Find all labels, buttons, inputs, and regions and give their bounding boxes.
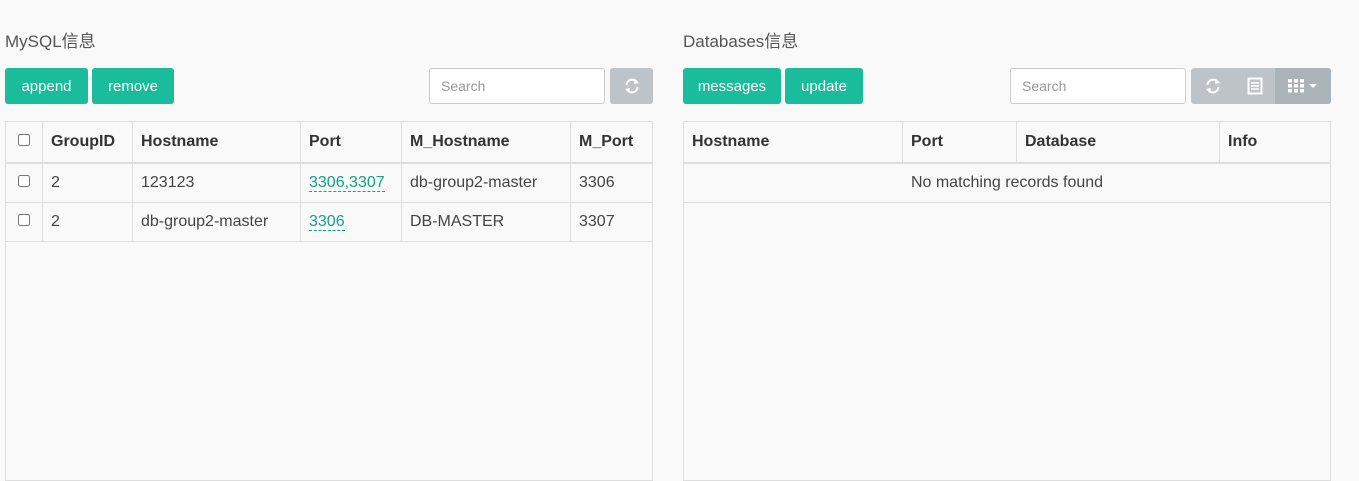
col-m-hostname[interactable]: M_Hostname — [401, 122, 571, 164]
table-row[interactable]: 2 123123 3306,3307 db-group2-master 3306 — [6, 163, 652, 203]
empty-row: No matching records found — [684, 163, 1330, 203]
toggle-view-button[interactable] — [1234, 68, 1275, 104]
refresh-icon — [624, 78, 639, 94]
col-hostname[interactable]: Hostname — [684, 122, 903, 164]
grid-icon — [1288, 79, 1304, 93]
caret-down-icon — [1309, 84, 1317, 88]
update-button[interactable]: update — [785, 68, 863, 104]
cell-groupid: 2 — [42, 163, 133, 203]
append-button[interactable]: append — [5, 68, 88, 104]
cell-m-hostname: DB-MASTER — [401, 202, 571, 242]
databases-search-input[interactable] — [1010, 68, 1186, 104]
no-records-message: No matching records found — [684, 163, 1330, 203]
remove-button[interactable]: remove — [92, 68, 174, 104]
col-info[interactable]: Info — [1219, 122, 1330, 164]
row-checkbox[interactable] — [18, 214, 30, 226]
databases-table-header: Hostname Port Database Info — [684, 122, 1330, 164]
col-groupid[interactable]: GroupID — [42, 122, 133, 164]
mysql-search-input[interactable] — [429, 68, 605, 104]
columns-dropdown-button[interactable] — [1275, 68, 1331, 104]
col-hostname[interactable]: Hostname — [132, 122, 301, 164]
port-edit-link[interactable]: 3306,3307 — [309, 174, 385, 192]
mysql-table-header: GroupID Hostname Port M_Hostname M_Port — [6, 122, 652, 164]
select-all-checkbox[interactable] — [18, 134, 30, 146]
cell-hostname: db-group2-master — [132, 202, 301, 242]
cell-port: 3306,3307 — [300, 163, 402, 203]
databases-panel-title: Databases信息 — [683, 32, 799, 51]
cell-hostname: 123123 — [132, 163, 301, 203]
col-port[interactable]: Port — [300, 122, 402, 164]
refresh-icon — [1205, 78, 1220, 94]
select-all-cell — [6, 122, 43, 164]
port-edit-link[interactable]: 3306 — [309, 213, 345, 231]
list-icon — [1247, 77, 1262, 95]
cell-groupid: 2 — [42, 202, 133, 242]
col-port[interactable]: Port — [902, 122, 1017, 164]
table-row[interactable]: 2 db-group2-master 3306 DB-MASTER 3307 — [6, 202, 652, 242]
mysql-table: GroupID Hostname Port M_Hostname M_Port … — [5, 121, 653, 481]
messages-button[interactable]: messages — [683, 68, 781, 104]
databases-table: Hostname Port Database Info No matching … — [683, 121, 1331, 481]
databases-refresh-button[interactable] — [1191, 68, 1234, 104]
row-checkbox[interactable] — [18, 175, 30, 187]
cell-m-port: 3307 — [570, 202, 652, 242]
mysql-panel-title: MySQL信息 — [5, 32, 96, 51]
mysql-refresh-button[interactable] — [610, 68, 653, 104]
col-m-port[interactable]: M_Port — [570, 122, 652, 164]
cell-m-hostname: db-group2-master — [401, 163, 571, 203]
cell-port: 3306 — [300, 202, 402, 242]
col-database[interactable]: Database — [1016, 122, 1220, 164]
cell-m-port: 3306 — [570, 163, 652, 203]
